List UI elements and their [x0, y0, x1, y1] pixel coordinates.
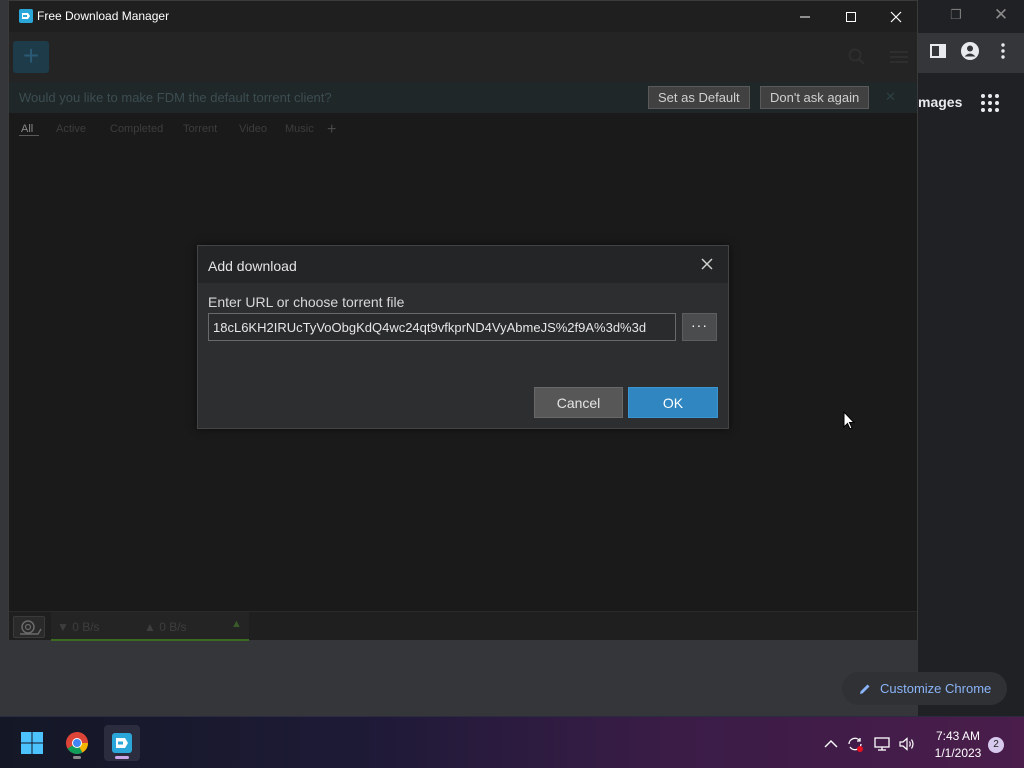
search-icon[interactable] [847, 47, 867, 67]
add-download-dialog: Add download Enter URL or choose torrent… [197, 245, 729, 429]
network-icon[interactable] [873, 736, 891, 752]
url-input[interactable] [208, 313, 676, 341]
clock-time[interactable]: 7:43 AM [933, 729, 983, 743]
dialog-close-icon[interactable] [699, 256, 715, 272]
show-hidden-icons-icon[interactable] [822, 736, 840, 752]
minimize-icon [800, 16, 810, 17]
running-indicator [73, 756, 81, 759]
tab-active[interactable]: Active [56, 123, 86, 135]
chrome-new-tab-page [918, 73, 1024, 716]
dialog-title: Add download [208, 258, 297, 274]
customize-chrome-button[interactable]: Customize Chrome [842, 672, 1007, 705]
close-button[interactable] [873, 1, 919, 32]
active-indicator [115, 756, 129, 759]
start-button[interactable] [14, 725, 50, 761]
set-as-default-button[interactable]: Set as Default [648, 86, 750, 109]
speed-expand-icon[interactable]: ▲ [231, 618, 242, 630]
dont-ask-again-button[interactable]: Don't ask again [760, 86, 870, 109]
side-panel-icon[interactable] [928, 41, 948, 61]
images-link[interactable]: mages [918, 94, 962, 110]
speed-panel[interactable]: ▼ 0 B/s ▲ 0 B/s ▲ [51, 612, 249, 641]
mouse-cursor-icon [843, 411, 855, 430]
sync-alert-icon[interactable] [846, 736, 864, 752]
fdm-taskbar-icon [112, 733, 132, 753]
snail-icon [20, 620, 42, 635]
google-apps-icon[interactable] [980, 93, 1000, 113]
fdm-app-icon [19, 9, 33, 23]
clock-date[interactable]: 1/1/2023 [933, 746, 983, 760]
add-download-button[interactable]: + [13, 41, 49, 73]
maximize-button[interactable] [828, 1, 874, 32]
window-title: Free Download Manager [37, 9, 170, 23]
default-client-infobar: Would you like to make FDM the default t… [9, 82, 917, 113]
customize-chrome-label: Customize Chrome [880, 681, 992, 696]
upload-speed: ▲ 0 B/s [144, 620, 187, 634]
minimize-button[interactable] [782, 1, 828, 32]
profile-icon[interactable] [960, 41, 980, 61]
chrome-menu-icon[interactable] [993, 41, 1013, 61]
hamburger-menu-icon[interactable] [889, 49, 909, 65]
pencil-icon [860, 684, 870, 694]
cancel-button[interactable]: Cancel [534, 387, 623, 418]
tab-all[interactable]: All [21, 123, 33, 135]
download-speed: ▼ 0 B/s [57, 620, 100, 634]
snail-mode-toggle[interactable] [13, 616, 45, 638]
fdm-toolbar: + [9, 32, 917, 82]
ok-button[interactable]: OK [628, 387, 718, 418]
filter-tabs: All Active Completed Torrent Video Music… [9, 113, 917, 143]
url-field-label: Enter URL or choose torrent file [208, 294, 405, 310]
chrome-restore-icon[interactable]: ❐ [946, 7, 966, 25]
taskbar: 7:43 AM 1/1/2023 2 [0, 716, 1024, 768]
status-bar: ▼ 0 B/s ▲ 0 B/s ▲ [9, 611, 917, 641]
browse-torrent-button[interactable]: ··· [682, 313, 717, 341]
taskbar-chrome[interactable] [59, 725, 95, 761]
active-tab-underline [19, 135, 39, 136]
taskbar-fdm[interactable] [104, 725, 140, 761]
tab-completed[interactable]: Completed [110, 123, 163, 135]
fdm-titlebar: Free Download Manager [9, 1, 917, 32]
infobar-close-icon[interactable]: ✕ [885, 89, 899, 104]
tab-music[interactable]: Music [285, 123, 314, 135]
dialog-header: Add download [198, 246, 728, 283]
volume-icon[interactable] [898, 736, 916, 752]
tab-video[interactable]: Video [239, 123, 267, 135]
tab-torrent[interactable]: Torrent [183, 123, 217, 135]
chrome-close-icon[interactable]: ✕ [990, 5, 1012, 27]
notification-badge[interactable]: 2 [988, 737, 1004, 753]
add-tab-icon[interactable]: + [327, 121, 336, 139]
chrome-logo-icon [66, 732, 88, 754]
maximize-icon [846, 11, 856, 22]
close-icon [890, 11, 902, 22]
windows-logo-icon [21, 732, 43, 754]
infobar-message: Would you like to make FDM the default t… [19, 90, 332, 105]
